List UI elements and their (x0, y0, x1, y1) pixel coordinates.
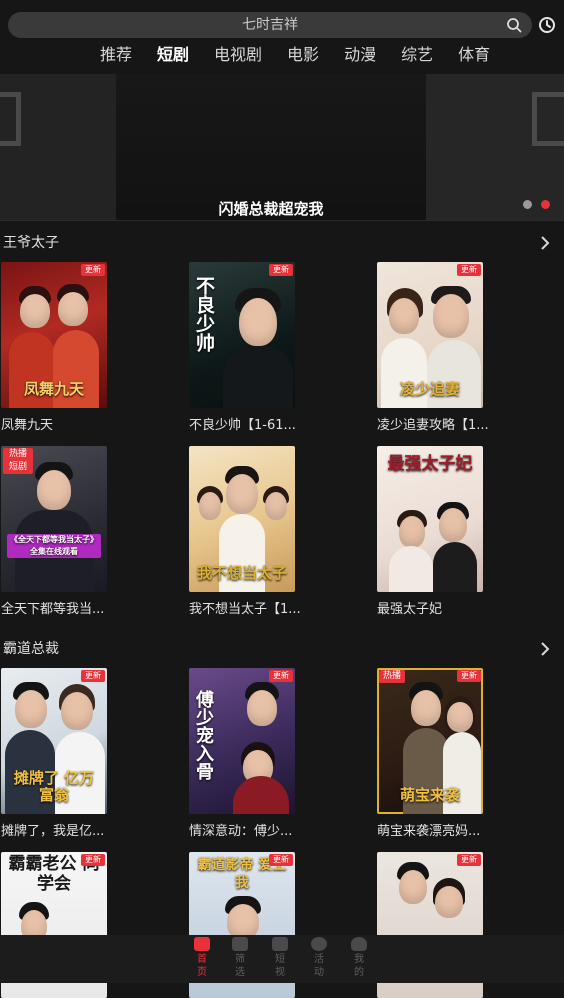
drama-title[interactable]: 最强太子妃 (377, 598, 495, 617)
search-bar[interactable]: 七时吉祥 (8, 12, 532, 38)
search-icon[interactable] (506, 17, 522, 33)
drama-card[interactable]: 《全天下都等我当太子》 全集在线观看 热播 短剧 全天下都等我当... (1, 446, 107, 617)
update-badge: 更新 (269, 854, 293, 866)
nav-activity[interactable]: 活动 (309, 937, 329, 979)
tab-anime[interactable]: 动漫 (344, 44, 376, 74)
history-icon[interactable] (538, 16, 556, 34)
update-badge: 更新 (81, 854, 105, 866)
tab-sports[interactable]: 体育 (458, 44, 490, 74)
banner-title[interactable]: 闪婚总裁超宠我 (116, 198, 426, 219)
drama-card[interactable]: 摊牌了 亿万富翁 更新 摊牌了，我是亿... (1, 668, 107, 839)
poster-image[interactable]: 凌少追妻 更新 (377, 262, 483, 408)
category-tabs: 推荐 短剧 电视剧 电影 动漫 综艺 体育 (100, 44, 515, 80)
banner-prev-slide[interactable] (0, 74, 116, 220)
tab-short-drama[interactable]: 短剧 (157, 44, 190, 80)
drama-title[interactable]: 摊牌了，我是亿... (1, 820, 119, 839)
poster-image[interactable]: 傅少宠入骨 更新 (189, 668, 295, 814)
poster-title: 凌少追妻 (399, 380, 460, 398)
update-badge: 更新 (457, 264, 481, 276)
drama-title[interactable]: 凤舞九天 (1, 414, 119, 433)
tab-tv-series[interactable]: 电视剧 (214, 44, 262, 74)
nav-profile[interactable]: 我的 (349, 937, 369, 979)
drama-card[interactable]: 萌宝来袭 热播 更新 萌宝来袭漂亮妈... (377, 668, 483, 839)
profile-icon (351, 937, 367, 951)
update-badge: 更新 (81, 264, 105, 276)
poster-title: 傅少宠入骨 (193, 690, 214, 780)
divider (0, 220, 564, 221)
nav-short-video[interactable]: 短视 (270, 937, 290, 979)
filter-icon (232, 937, 248, 951)
hot-badge: 热播 短剧 (3, 448, 33, 474)
poster-title: 不良少帅 (193, 276, 215, 352)
search-input[interactable]: 七时吉祥 (8, 12, 532, 38)
update-badge: 更新 (269, 264, 293, 276)
drama-card[interactable]: 我不想当太子 我不想当太子【1... (189, 446, 301, 617)
chevron-right-icon[interactable] (540, 236, 550, 250)
banner-next-slide[interactable] (426, 74, 564, 220)
poster-image[interactable]: 最强太子妃 (377, 446, 483, 592)
drama-card[interactable]: 凤舞九天 更新 凤舞九天 (1, 262, 107, 433)
nav-home[interactable]: 首页 (192, 937, 212, 979)
update-badge: 更新 (457, 670, 481, 682)
carousel-dot-2[interactable] (541, 200, 550, 209)
section-title-prince: 王爷太子 (3, 235, 59, 251)
drama-title[interactable]: 凌少追妻攻略【1... (377, 414, 495, 433)
poster-title: 《全天下都等我当太子》 全集在线观看 (7, 534, 101, 558)
drama-title[interactable]: 不良少帅【1-61... (189, 414, 307, 433)
activity-icon (311, 937, 327, 951)
drama-title[interactable]: 全天下都等我当... (1, 598, 119, 617)
update-badge: 更新 (457, 854, 481, 866)
hot-badge: 热播 (379, 670, 406, 683)
poster-image[interactable]: 我不想当太子 (189, 446, 295, 592)
update-badge: 更新 (81, 670, 105, 682)
tab-movie[interactable]: 电影 (287, 44, 319, 74)
clapperboard-icon (194, 937, 210, 951)
section-title-ceo: 霸道总裁 (3, 641, 59, 657)
poster-image[interactable]: 摊牌了 亿万富翁 更新 (1, 668, 107, 814)
tab-recommend[interactable]: 推荐 (100, 44, 132, 74)
play-icon (272, 937, 288, 951)
poster-image[interactable]: 凤舞九天 更新 (1, 262, 107, 408)
update-badge: 更新 (269, 670, 293, 682)
bottom-navigation: 首页 筛选 短视 活动 我的 (0, 935, 564, 983)
drama-card[interactable]: 傅少宠入骨 更新 情深意动：傅少... (189, 668, 295, 839)
poster-title: 我不想当太子 (196, 564, 287, 582)
drama-card[interactable]: 不良少帅 更新 不良少帅【1-61... (189, 262, 296, 433)
chevron-right-icon[interactable] (540, 642, 550, 656)
poster-image[interactable]: 不良少帅 更新 (189, 262, 295, 408)
nav-filter[interactable]: 筛选 (230, 937, 250, 979)
drama-title[interactable]: 情深意动：傅少... (189, 820, 307, 839)
drama-card[interactable]: 凌少追妻 更新 凌少追妻攻略【1... (377, 262, 489, 433)
poster-title: 凤舞九天 (23, 380, 84, 398)
poster-image[interactable]: 《全天下都等我当太子》 全集在线观看 热播 短剧 (1, 446, 107, 592)
tab-variety[interactable]: 综艺 (401, 44, 433, 74)
poster-image[interactable]: 萌宝来袭 热播 更新 (377, 668, 483, 814)
drama-card[interactable]: 最强太子妃 最强太子妃 (377, 446, 483, 617)
drama-title[interactable]: 萌宝来袭漂亮妈... (377, 820, 495, 839)
poster-title: 摊牌了 亿万富翁 (13, 769, 95, 804)
poster-title: 萌宝来袭 (399, 786, 460, 804)
poster-title: 最强太子妃 (387, 454, 473, 474)
drama-title[interactable]: 我不想当太子【1... (189, 598, 307, 617)
carousel-dot-1[interactable] (523, 200, 532, 209)
